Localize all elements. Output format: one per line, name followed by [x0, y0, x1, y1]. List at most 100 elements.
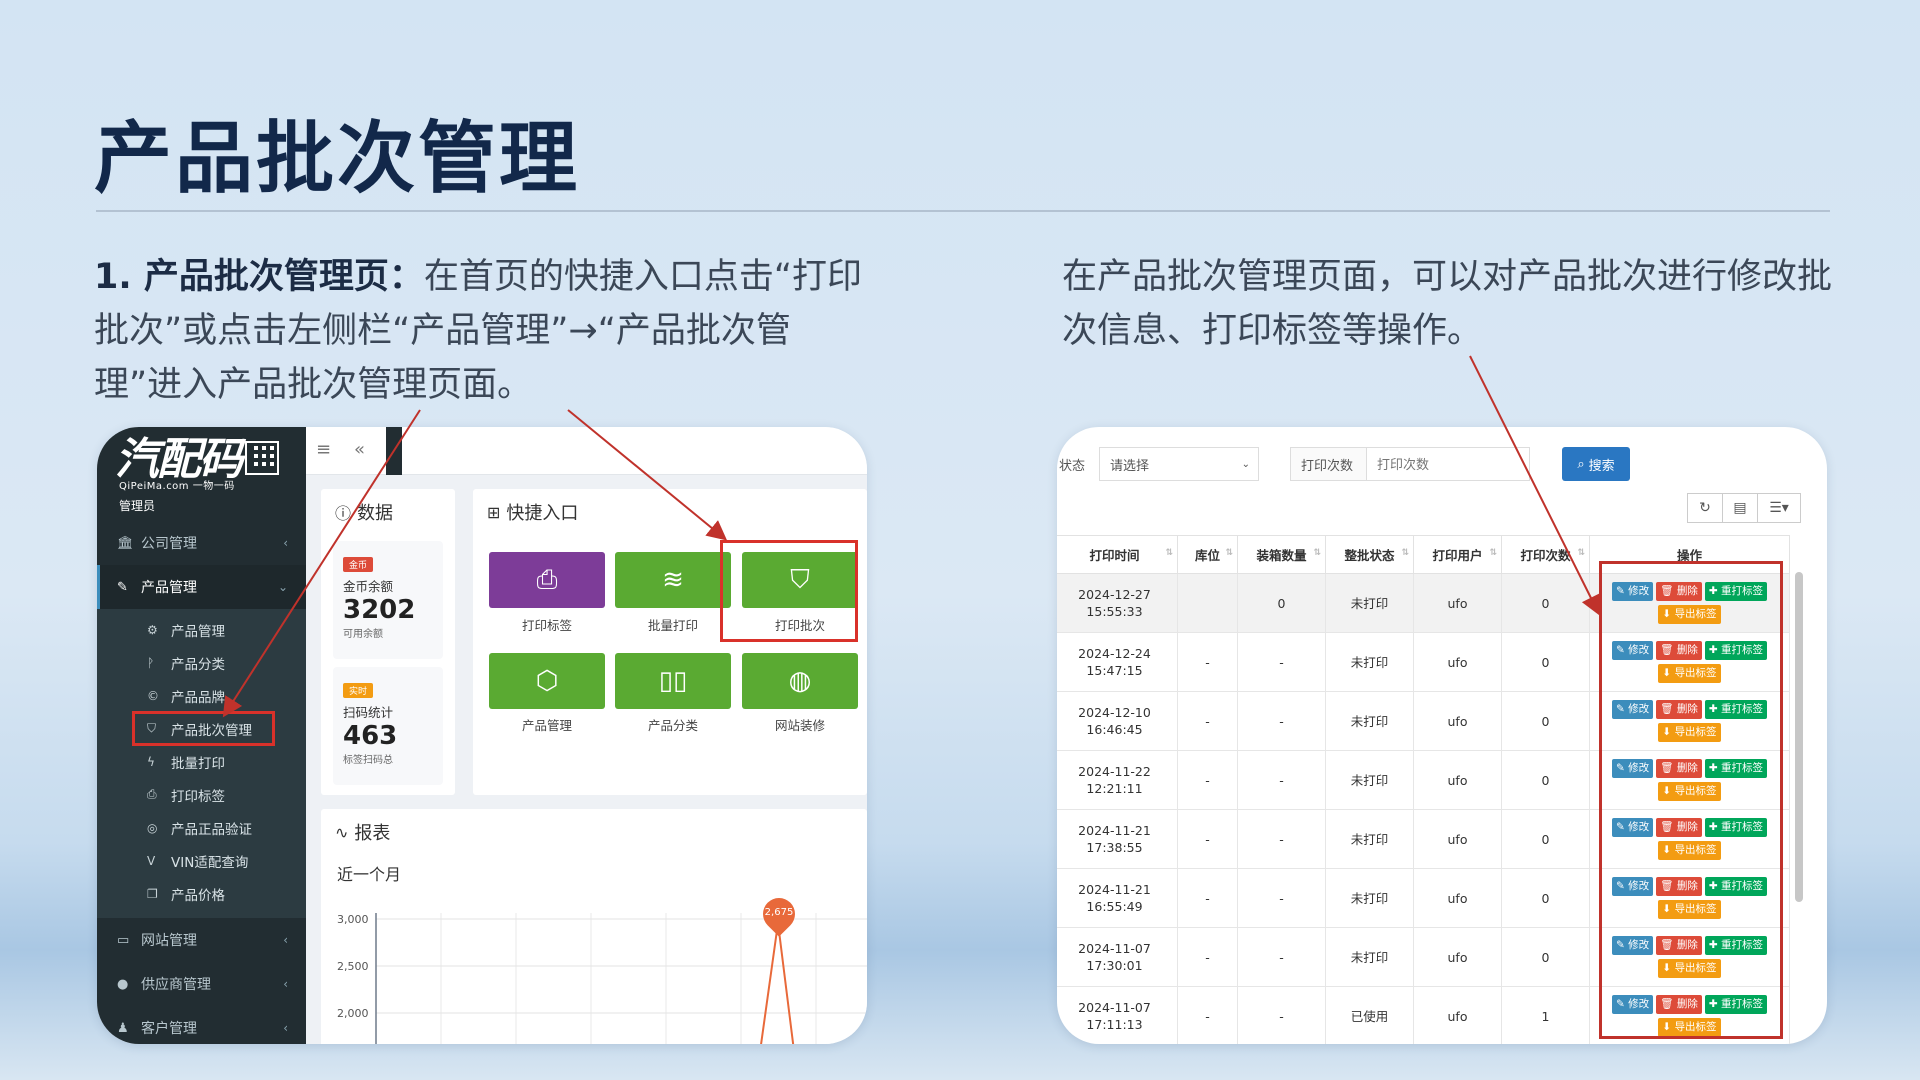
cell-print-count: 0 — [1501, 632, 1590, 692]
status-select[interactable]: 请选择 ⌄ — [1099, 447, 1259, 481]
cell-print-user: ufo — [1413, 750, 1502, 810]
stat-label: 金币余额 — [343, 579, 394, 594]
scrollbar[interactable] — [1795, 572, 1803, 902]
column-header[interactable]: 打印时间 ⇅ — [1057, 535, 1178, 574]
right-description: 在产品批次管理页面，可以对产品批次进行修改批次信息、打印标签等操作。 — [1062, 257, 1833, 351]
cell-print-time: 2024-11-07 17:11:13 — [1057, 986, 1178, 1044]
cell-print-user: ufo — [1413, 868, 1502, 928]
grid-view-icon[interactable]: ▤ — [1722, 493, 1758, 523]
cell-print-time: 2024-12-27 15:55:33 — [1057, 573, 1178, 633]
columns-menu-icon[interactable]: ☰▾ — [1757, 493, 1801, 523]
user-role: 管理员 — [119, 499, 156, 513]
quick-print-label-button[interactable]: ⎙ — [489, 552, 605, 608]
cell-batch-status: 未打印 — [1325, 868, 1414, 928]
sidebar-item-product-brand[interactable]: © 产品品牌 — [97, 679, 306, 712]
sidebar-item-supplier[interactable]: ● 供应商管理 ‹ — [97, 962, 306, 1006]
sidebar-item-label: 产品批次管理 — [171, 722, 252, 739]
tab-marker — [386, 427, 402, 475]
cell-date: 2024-12-24 — [1078, 646, 1151, 661]
sidebar-item-label: 客户管理 — [141, 1021, 197, 1037]
print-count-input[interactable] — [1366, 447, 1530, 481]
sidebar-item-batch-manage[interactable]: ⛉ 产品批次管理 — [132, 711, 275, 746]
cell-time: 17:38:55 — [1086, 840, 1143, 855]
cell-location: - — [1177, 927, 1238, 987]
cell-print-count: 0 — [1501, 927, 1590, 987]
quick-product-category-button[interactable]: ▯▯ — [615, 653, 731, 709]
cell-batch-status: 已使用 — [1325, 986, 1414, 1044]
data-panel-header: ⓘ 数据 — [321, 489, 455, 535]
status-filter-label: 状态 — [1059, 459, 1086, 474]
chevron-left-icon: ‹ — [283, 977, 288, 991]
cell-box-qty: - — [1237, 809, 1326, 869]
column-header[interactable]: 打印用户 ⇅ — [1413, 535, 1502, 574]
sidebar-item-customer[interactable]: ♟ 客户管理 ‹ — [97, 1006, 306, 1044]
peak-label: 2,675 — [764, 907, 794, 918]
stat-value: 463 — [343, 721, 398, 751]
report-panel: ∿ 报表 近一个月 3,000 2,500 2,000 2,675 — [321, 809, 867, 1044]
columns-icon: ▯▯ — [658, 666, 688, 696]
cell-location: - — [1177, 809, 1238, 869]
quick-tile-label: 网站装修 — [774, 718, 825, 733]
sidebar-item-label: 网站管理 — [141, 933, 197, 949]
sidebar-item-vin[interactable]: V VIN适配查询 — [97, 844, 306, 877]
quick-tile-label: 产品分类 — [647, 718, 698, 733]
cell-location: - — [1177, 868, 1238, 928]
quick-site-decor-button[interactable]: ◍ — [742, 653, 858, 709]
sidebar-item-website[interactable]: ▭ 网站管理 ‹ — [97, 918, 306, 962]
sidebar-item-bulk-print[interactable]: ϟ 批量打印 — [97, 745, 306, 778]
gears-icon: ⚙ — [147, 622, 158, 637]
status-select-value: 请选择 — [1110, 458, 1150, 474]
column-header[interactable]: 装箱数量 ⇅ — [1237, 535, 1326, 574]
filter-bar: 状态 请选择 ⌄ 打印次数 ⌕ 搜索 — [1057, 447, 1827, 483]
sidebar-item-products[interactable]: ✎ 产品管理 ⌄ — [97, 565, 306, 609]
wrench-icon: ✎ — [117, 579, 128, 595]
refresh-icon[interactable]: ↻ — [1687, 493, 1723, 523]
cell-print-count: 0 — [1501, 750, 1590, 810]
sidebar-item-product-category[interactable]: ᚹ 产品分类 — [97, 646, 306, 679]
logo-subtext: QiPeiMa.com 一物一码 — [119, 481, 235, 492]
cube-icon: ⬡ — [535, 666, 559, 696]
search-button[interactable]: ⌕ 搜索 — [1562, 447, 1630, 481]
search-icon: ⌕ — [1577, 456, 1585, 472]
collapse-icon[interactable]: « — [354, 439, 365, 460]
cell-location: - — [1177, 750, 1238, 810]
quick-product-manage-button[interactable]: ⬡ — [489, 653, 605, 709]
cell-print-user: ufo — [1413, 809, 1502, 869]
cell-location: - — [1177, 632, 1238, 692]
cell-print-time: 2024-11-07 17:30:01 — [1057, 927, 1178, 987]
column-header[interactable]: 库位 ⇅ — [1177, 535, 1238, 574]
quick-tile-label: 打印标签 — [521, 618, 572, 633]
cell-batch-status: 未打印 — [1325, 750, 1414, 810]
column-header[interactable]: 打印次数 ⇅ — [1501, 535, 1590, 574]
monitor-icon: ▭ — [117, 932, 130, 948]
quick-bulk-print-button[interactable]: ≋ — [615, 552, 731, 608]
cell-date: 2024-12-27 — [1078, 587, 1151, 602]
sidebar-item-price[interactable]: ❐ 产品价格 — [97, 877, 306, 910]
branch-icon: ᚹ — [147, 655, 155, 670]
quick-panel: ⊞ 快捷入口 — [473, 489, 867, 795]
cell-date: 2024-12-10 — [1078, 705, 1151, 720]
products-submenu: ⚙ 产品管理 ᚹ 产品分类 © 产品品牌 ⛉ 产品批次管理 ϟ 批量打印 ⎙ 打印标签 ◎ 产… — [97, 609, 306, 918]
cell-date: 2024-11-07 — [1078, 1000, 1151, 1015]
stat-value: 3202 — [343, 595, 416, 625]
sidebar-item-verify[interactable]: ◎ 产品正品验证 — [97, 811, 306, 844]
column-header[interactable]: 整批状态 ⇅ — [1325, 535, 1414, 574]
shield-icon: ⛉ — [147, 721, 157, 735]
cell-batch-status: 未打印 — [1325, 809, 1414, 869]
sidebar-item-product-manage[interactable]: ⚙ 产品管理 — [97, 613, 306, 646]
highlight-box-actions — [1599, 561, 1783, 1039]
menu-icon[interactable]: ≡ — [316, 439, 331, 460]
logo[interactable]: 汽配码 QiPeiMa.com 一物一码 管理员 — [97, 427, 306, 517]
cell-location — [1177, 573, 1238, 633]
stat-sublabel: 标签扫码总 — [343, 755, 393, 766]
cell-date: 2024-11-22 — [1078, 764, 1151, 779]
stat-card-scans: 实时 扫码统计 463 标签扫码总 — [333, 667, 443, 785]
sidebar-item-company[interactable]: 🏛 公司管理 ‹ — [97, 521, 306, 565]
cell-time: 16:55:49 — [1086, 899, 1143, 914]
sidebar-item-label: 批量打印 — [171, 755, 225, 772]
sidebar-item-print-label[interactable]: ⎙ 打印标签 — [97, 778, 306, 811]
data-panel: ⓘ 数据 金币 金币余额 3202 可用余额 实时 扫码统计 463 标签扫码总 — [321, 489, 455, 795]
table-toolbar: ↻ ▤ ☰▾ — [1687, 493, 1801, 523]
chevron-left-icon: ‹ — [283, 933, 288, 947]
cell-print-time: 2024-11-21 16:55:49 — [1057, 868, 1178, 928]
